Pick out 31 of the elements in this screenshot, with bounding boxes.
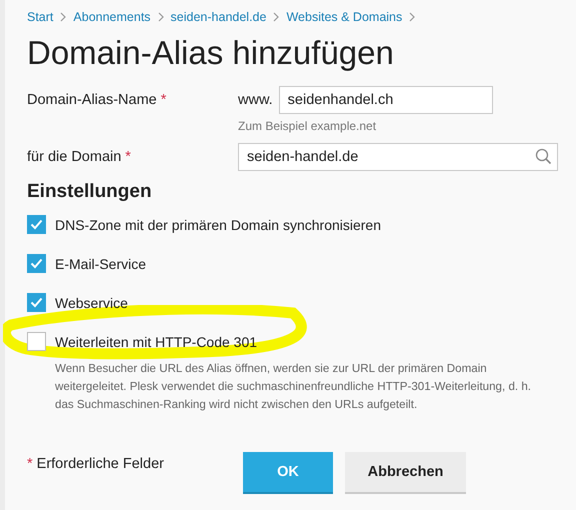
section-heading: Einstellungen [27, 181, 153, 203]
check-icon [30, 219, 43, 230]
breadcrumb-link[interactable]: Abonnements [73, 10, 151, 24]
ok-button[interactable]: OK [243, 452, 333, 492]
domain-search-field[interactable]: seiden-handel.de [238, 143, 558, 171]
alias-name-field[interactable]: seidenhandel.ch [278, 86, 493, 114]
chevron-right-icon [158, 12, 164, 22]
checkbox[interactable] [27, 254, 46, 273]
required-note: * Erforderliche Felder [27, 455, 165, 472]
option-description: Wenn Besucher die URL des Alias öffnen, werden sie zur URL der primären Domain weitergeleitet. Plesk verwendet die suchmaschinenfreundliche HTTP-301-Weiterleitung, d. h. das Suchmaschinen-Ranking wird nicht zwischen den URLs aufgeteilt. [55, 361, 532, 413]
breadcrumb-link[interactable]: Websites & Domains [286, 10, 402, 24]
field-label: Domain-Alias-Name * [27, 91, 168, 108]
field-prefix: www. [238, 92, 273, 108]
field-label: für die Domain * [27, 148, 132, 165]
chevron-right-icon [409, 12, 416, 22]
check-icon [30, 297, 43, 308]
field-hint: Zum Beispiel example.net [238, 119, 376, 133]
breadcrumb-link[interactable]: seiden-handel.de [170, 10, 266, 24]
search-icon[interactable] [535, 148, 552, 165]
checkbox[interactable] [27, 293, 46, 312]
checkbox-label: DNS-Zone mit der primären Domain synchronisieren [55, 216, 382, 232]
check-icon [30, 258, 43, 269]
chevron-right-icon [60, 12, 66, 22]
checkbox-label: Webservice [55, 294, 128, 310]
page-title: Domain-Alias hinzufügen [27, 34, 395, 72]
breadcrumb-link[interactable]: Start [27, 10, 54, 24]
chevron-right-icon [273, 12, 280, 22]
checkbox[interactable] [27, 332, 46, 351]
checkbox-label: E-Mail-Service [55, 256, 146, 272]
checkbox[interactable] [27, 215, 46, 234]
cancel-button[interactable]: Abbrechen [345, 452, 466, 492]
